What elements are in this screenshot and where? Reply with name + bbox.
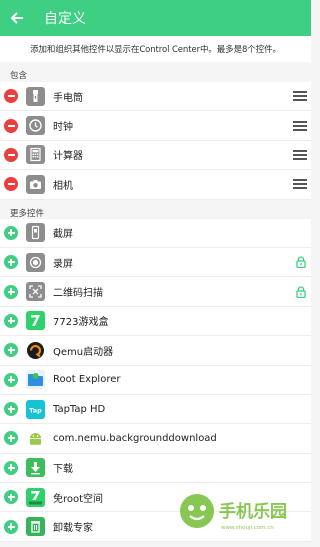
- clock-icon: [26, 116, 45, 136]
- add-button[interactable]: [4, 284, 18, 299]
- list-item: 二维码扫描: [0, 277, 311, 307]
- add-button[interactable]: [4, 255, 18, 270]
- back-button[interactable]: [0, 0, 34, 36]
- page-title: 自定义: [44, 11, 86, 27]
- list-item: 计算器: [0, 140, 311, 171]
- list-item: Tap TapTap HD: [0, 394, 311, 425]
- item-label: 计算器: [53, 151, 83, 163]
- screenshot-icon: [26, 223, 45, 243]
- included-list: 手电筒 时钟 计算器 相机: [0, 82, 311, 200]
- remove-button[interactable]: [4, 89, 18, 104]
- item-label: Root Explorer: [53, 374, 121, 386]
- item-label: 录屏: [53, 258, 73, 270]
- add-button[interactable]: [4, 490, 18, 505]
- watermark-logo: 手机乐园 www.shouji.com.cn: [177, 489, 307, 533]
- list-item: com.nemu.backgrounddownload: [0, 424, 311, 454]
- list-item: 下载: [0, 453, 311, 484]
- item-label: Qemu启动器: [53, 346, 114, 358]
- remove-button[interactable]: [4, 147, 18, 162]
- screen-record-icon: [26, 252, 45, 272]
- drag-handle-icon[interactable]: [293, 149, 307, 160]
- item-label: 时钟: [53, 122, 73, 134]
- list-item: 时钟: [0, 111, 311, 141]
- arrow-left-icon: [10, 12, 23, 24]
- add-button[interactable]: [4, 402, 18, 417]
- item-label: 截屏: [53, 229, 73, 241]
- watermark-text: 手机乐园: [219, 501, 287, 522]
- download-app-icon: [26, 458, 45, 478]
- list-item: 手电筒: [0, 82, 311, 112]
- qemu-app-icon: [26, 341, 45, 360]
- add-button[interactable]: [4, 519, 18, 534]
- add-button[interactable]: [4, 431, 18, 446]
- drag-handle-icon[interactable]: [293, 120, 307, 131]
- remove-button[interactable]: [4, 177, 18, 192]
- lock-icon: [296, 285, 306, 298]
- drag-handle-icon[interactable]: [293, 179, 307, 190]
- description-text: 添加和组织其他控件以显示在Control Center中。最多是8个控件。: [0, 36, 311, 62]
- root-explorer-app-icon: [26, 370, 45, 390]
- remove-button[interactable]: [4, 118, 18, 133]
- item-label: com.nemu.backgrounddownload: [53, 432, 217, 444]
- section-label-included: 包含: [0, 62, 311, 82]
- drag-handle-icon[interactable]: [293, 91, 307, 102]
- qr-scan-icon: [26, 282, 45, 302]
- item-label: 手电筒: [53, 92, 83, 104]
- list-item: Root Explorer: [0, 365, 311, 395]
- item-label: 7723游戏盒: [53, 317, 109, 329]
- item-label: 下载: [53, 464, 73, 476]
- list-item: 截屏: [0, 218, 311, 248]
- item-label: 相机: [53, 180, 73, 192]
- add-button[interactable]: [4, 225, 18, 240]
- android-app-icon: [26, 429, 45, 448]
- add-button[interactable]: [4, 343, 18, 358]
- camera-icon: [26, 174, 45, 194]
- 7723-space-app-icon: [26, 487, 45, 507]
- app-bar: 自定义: [0, 0, 311, 36]
- item-label: TapTap HD: [53, 403, 106, 415]
- taptap-app-icon: Tap: [26, 399, 45, 419]
- list-item: 7723游戏盒: [0, 306, 311, 337]
- uninstall-app-icon: [26, 517, 45, 537]
- watermark-url: www.shouji.com.cn: [221, 525, 274, 531]
- item-label: 二维码扫描: [53, 288, 103, 300]
- lock-icon: [296, 256, 306, 269]
- list-item: 录屏: [0, 247, 311, 278]
- flashlight-icon: [26, 86, 45, 106]
- add-button[interactable]: [4, 313, 18, 328]
- add-button[interactable]: [4, 460, 18, 475]
- list-item: Qemu启动器: [0, 336, 311, 366]
- calculator-icon: [26, 145, 45, 165]
- list-item: 相机: [0, 170, 311, 200]
- 7723-app-icon: [26, 311, 45, 331]
- section-label-more: 更多控件: [0, 199, 311, 219]
- add-button[interactable]: [4, 372, 18, 387]
- svg-text:Tap: Tap: [29, 406, 42, 414]
